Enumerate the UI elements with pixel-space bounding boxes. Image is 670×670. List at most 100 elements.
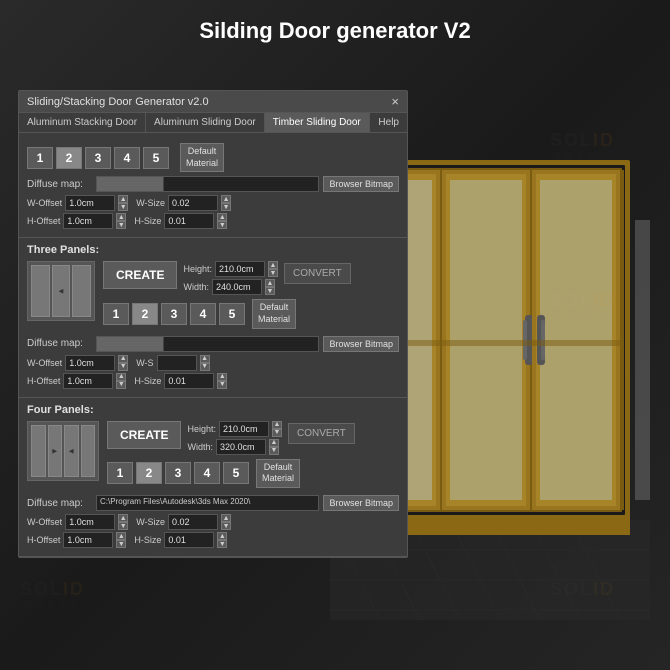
three-h-offset-item: H-Offset ▲▼ — [27, 373, 126, 389]
top-w-offset-label: W-Offset — [27, 198, 62, 208]
three-h-up[interactable]: ▲ — [268, 261, 278, 269]
top-diffuse-field[interactable] — [96, 176, 319, 192]
four-ws-down[interactable]: ▼ — [221, 522, 231, 530]
dialog-titlebar: Sliding/Stacking Door Generator v2.0 × — [19, 91, 407, 113]
four-ho-up[interactable]: ▲ — [116, 532, 126, 540]
four-w-up[interactable]: ▲ — [269, 439, 279, 447]
four-door-panel-3-arrow: ◄ — [67, 446, 75, 455]
three-num-btn-5[interactable]: 5 — [219, 303, 245, 325]
three-diffuse-label: Diffuse map: — [27, 338, 92, 349]
four-h-down[interactable]: ▼ — [272, 429, 282, 437]
tab-help[interactable]: Help — [370, 113, 407, 132]
three-w-down[interactable]: ▼ — [265, 287, 275, 295]
four-w-down[interactable]: ▼ — [269, 447, 279, 455]
four-default-material-button[interactable]: Default Material — [256, 459, 300, 488]
three-h-size-input[interactable] — [164, 373, 214, 389]
four-wo-up[interactable]: ▲ — [118, 514, 128, 522]
three-ws-up[interactable]: ▲ — [200, 355, 210, 363]
four-panels-create-button[interactable]: CREATE — [107, 421, 181, 449]
top-h-offset-up[interactable]: ▲ — [116, 213, 126, 221]
top-num-btn-5[interactable]: 5 — [143, 147, 169, 169]
tab-aluminum-stacking[interactable]: Aluminum Stacking Door — [19, 113, 146, 132]
three-num-btn-2[interactable]: 2 — [132, 303, 158, 325]
three-wo-down[interactable]: ▼ — [118, 363, 128, 371]
three-panels-controls: CREATE Height: ▲▼ Width: ▲▼ CO — [103, 261, 399, 332]
four-hs-up[interactable]: ▲ — [217, 532, 227, 540]
four-panels-width-input[interactable] — [216, 439, 266, 455]
tab-aluminum-sliding[interactable]: Aluminum Sliding Door — [146, 113, 265, 132]
four-wo-down[interactable]: ▼ — [118, 522, 128, 530]
four-h-size-input[interactable] — [164, 532, 214, 548]
top-h-offset-input[interactable] — [63, 213, 113, 229]
three-num-btn-1[interactable]: 1 — [103, 303, 129, 325]
top-browser-bitmap-button[interactable]: Browser Bitmap — [323, 176, 399, 192]
three-hs-down[interactable]: ▼ — [217, 381, 227, 389]
dialog-close-button[interactable]: × — [391, 95, 399, 108]
four-h-up[interactable]: ▲ — [272, 421, 282, 429]
four-num-btn-3[interactable]: 3 — [165, 462, 191, 484]
three-ws-down[interactable]: ▼ — [200, 363, 210, 371]
three-diffuse-field[interactable] — [96, 336, 319, 352]
three-hs-up[interactable]: ▲ — [217, 373, 227, 381]
three-default-material-button[interactable]: Default Material — [252, 299, 296, 328]
four-panels-convert-button[interactable]: CONVERT — [288, 423, 355, 444]
three-panels-convert-button[interactable]: CONVERT — [284, 263, 351, 284]
top-w-size-input[interactable] — [168, 195, 218, 211]
three-num-btn-3[interactable]: 3 — [161, 303, 187, 325]
top-h-size-up[interactable]: ▲ — [217, 213, 227, 221]
top-w-size-down[interactable]: ▼ — [221, 203, 231, 211]
three-w-size-input[interactable] — [157, 355, 197, 371]
top-num-btn-4[interactable]: 4 — [114, 147, 140, 169]
four-ho-down[interactable]: ▼ — [116, 540, 126, 548]
three-w-up[interactable]: ▲ — [265, 279, 275, 287]
three-panels-num-row: 1 2 3 4 5 Default Material — [103, 299, 399, 328]
top-w-offset-input[interactable] — [65, 195, 115, 211]
three-browser-bitmap-button[interactable]: Browser Bitmap — [323, 336, 399, 352]
four-hs-down[interactable]: ▼ — [217, 540, 227, 548]
top-num-row: 1 2 3 4 5 Default Material — [27, 143, 399, 172]
top-w-offset-down[interactable]: ▼ — [118, 203, 128, 211]
three-panels-height-item: Height: ▲▼ — [183, 261, 278, 277]
four-w-size-item: W-Size ▲▼ — [136, 514, 231, 530]
three-ho-down[interactable]: ▼ — [116, 381, 126, 389]
three-panels-section: Three Panels: ◄ CREATE Height: — [19, 238, 407, 397]
three-panels-width-input[interactable] — [212, 279, 262, 295]
four-panels-title: Four Panels: — [27, 404, 399, 416]
top-num-btn-1[interactable]: 1 — [27, 147, 53, 169]
top-w-offset-up[interactable]: ▲ — [118, 195, 128, 203]
top-w-offset-spinner: ▲ ▼ — [118, 195, 128, 211]
top-num-btn-3[interactable]: 3 — [85, 147, 111, 169]
top-h-size-down[interactable]: ▼ — [217, 221, 227, 229]
top-h-offset-label: H-Offset — [27, 216, 60, 226]
tab-timber-sliding[interactable]: Timber Sliding Door — [265, 113, 370, 132]
door-panel-1 — [31, 265, 50, 317]
top-h-size-input[interactable] — [164, 213, 214, 229]
four-door-panel-3: ◄ — [64, 425, 79, 477]
top-w-size-up[interactable]: ▲ — [221, 195, 231, 203]
four-browser-bitmap-button[interactable]: Browser Bitmap — [323, 495, 399, 511]
four-param-row-1: W-Offset ▲▼ W-Size ▲▼ — [27, 514, 399, 530]
three-ho-up[interactable]: ▲ — [116, 373, 126, 381]
four-ws-up[interactable]: ▲ — [221, 514, 231, 522]
three-panels-create-button[interactable]: CREATE — [103, 261, 177, 289]
four-h-offset-input[interactable] — [63, 532, 113, 548]
four-num-btn-4[interactable]: 4 — [194, 462, 220, 484]
top-h-offset-down[interactable]: ▼ — [116, 221, 126, 229]
top-default-material-button[interactable]: Default Material — [180, 143, 224, 172]
four-w-size-input[interactable] — [168, 514, 218, 530]
three-w-offset-input[interactable] — [65, 355, 115, 371]
three-panels-height-input[interactable] — [215, 261, 265, 277]
three-h-down[interactable]: ▼ — [268, 269, 278, 277]
four-w-offset-input[interactable] — [65, 514, 115, 530]
three-wo-up[interactable]: ▲ — [118, 355, 128, 363]
top-num-btn-2[interactable]: 2 — [56, 147, 82, 169]
dialog-window: Sliding/Stacking Door Generator v2.0 × A… — [18, 90, 408, 558]
three-h-offset-input[interactable] — [63, 373, 113, 389]
three-panels-hw-params: Height: ▲▼ Width: ▲▼ — [183, 261, 278, 295]
four-panels-height-input[interactable] — [219, 421, 269, 437]
four-num-btn-5[interactable]: 5 — [223, 462, 249, 484]
four-diffuse-path-field[interactable]: C:\Program Files\Autodesk\3ds Max 2020\ — [96, 495, 319, 511]
four-num-btn-2[interactable]: 2 — [136, 462, 162, 484]
four-num-btn-1[interactable]: 1 — [107, 462, 133, 484]
three-num-btn-4[interactable]: 4 — [190, 303, 216, 325]
